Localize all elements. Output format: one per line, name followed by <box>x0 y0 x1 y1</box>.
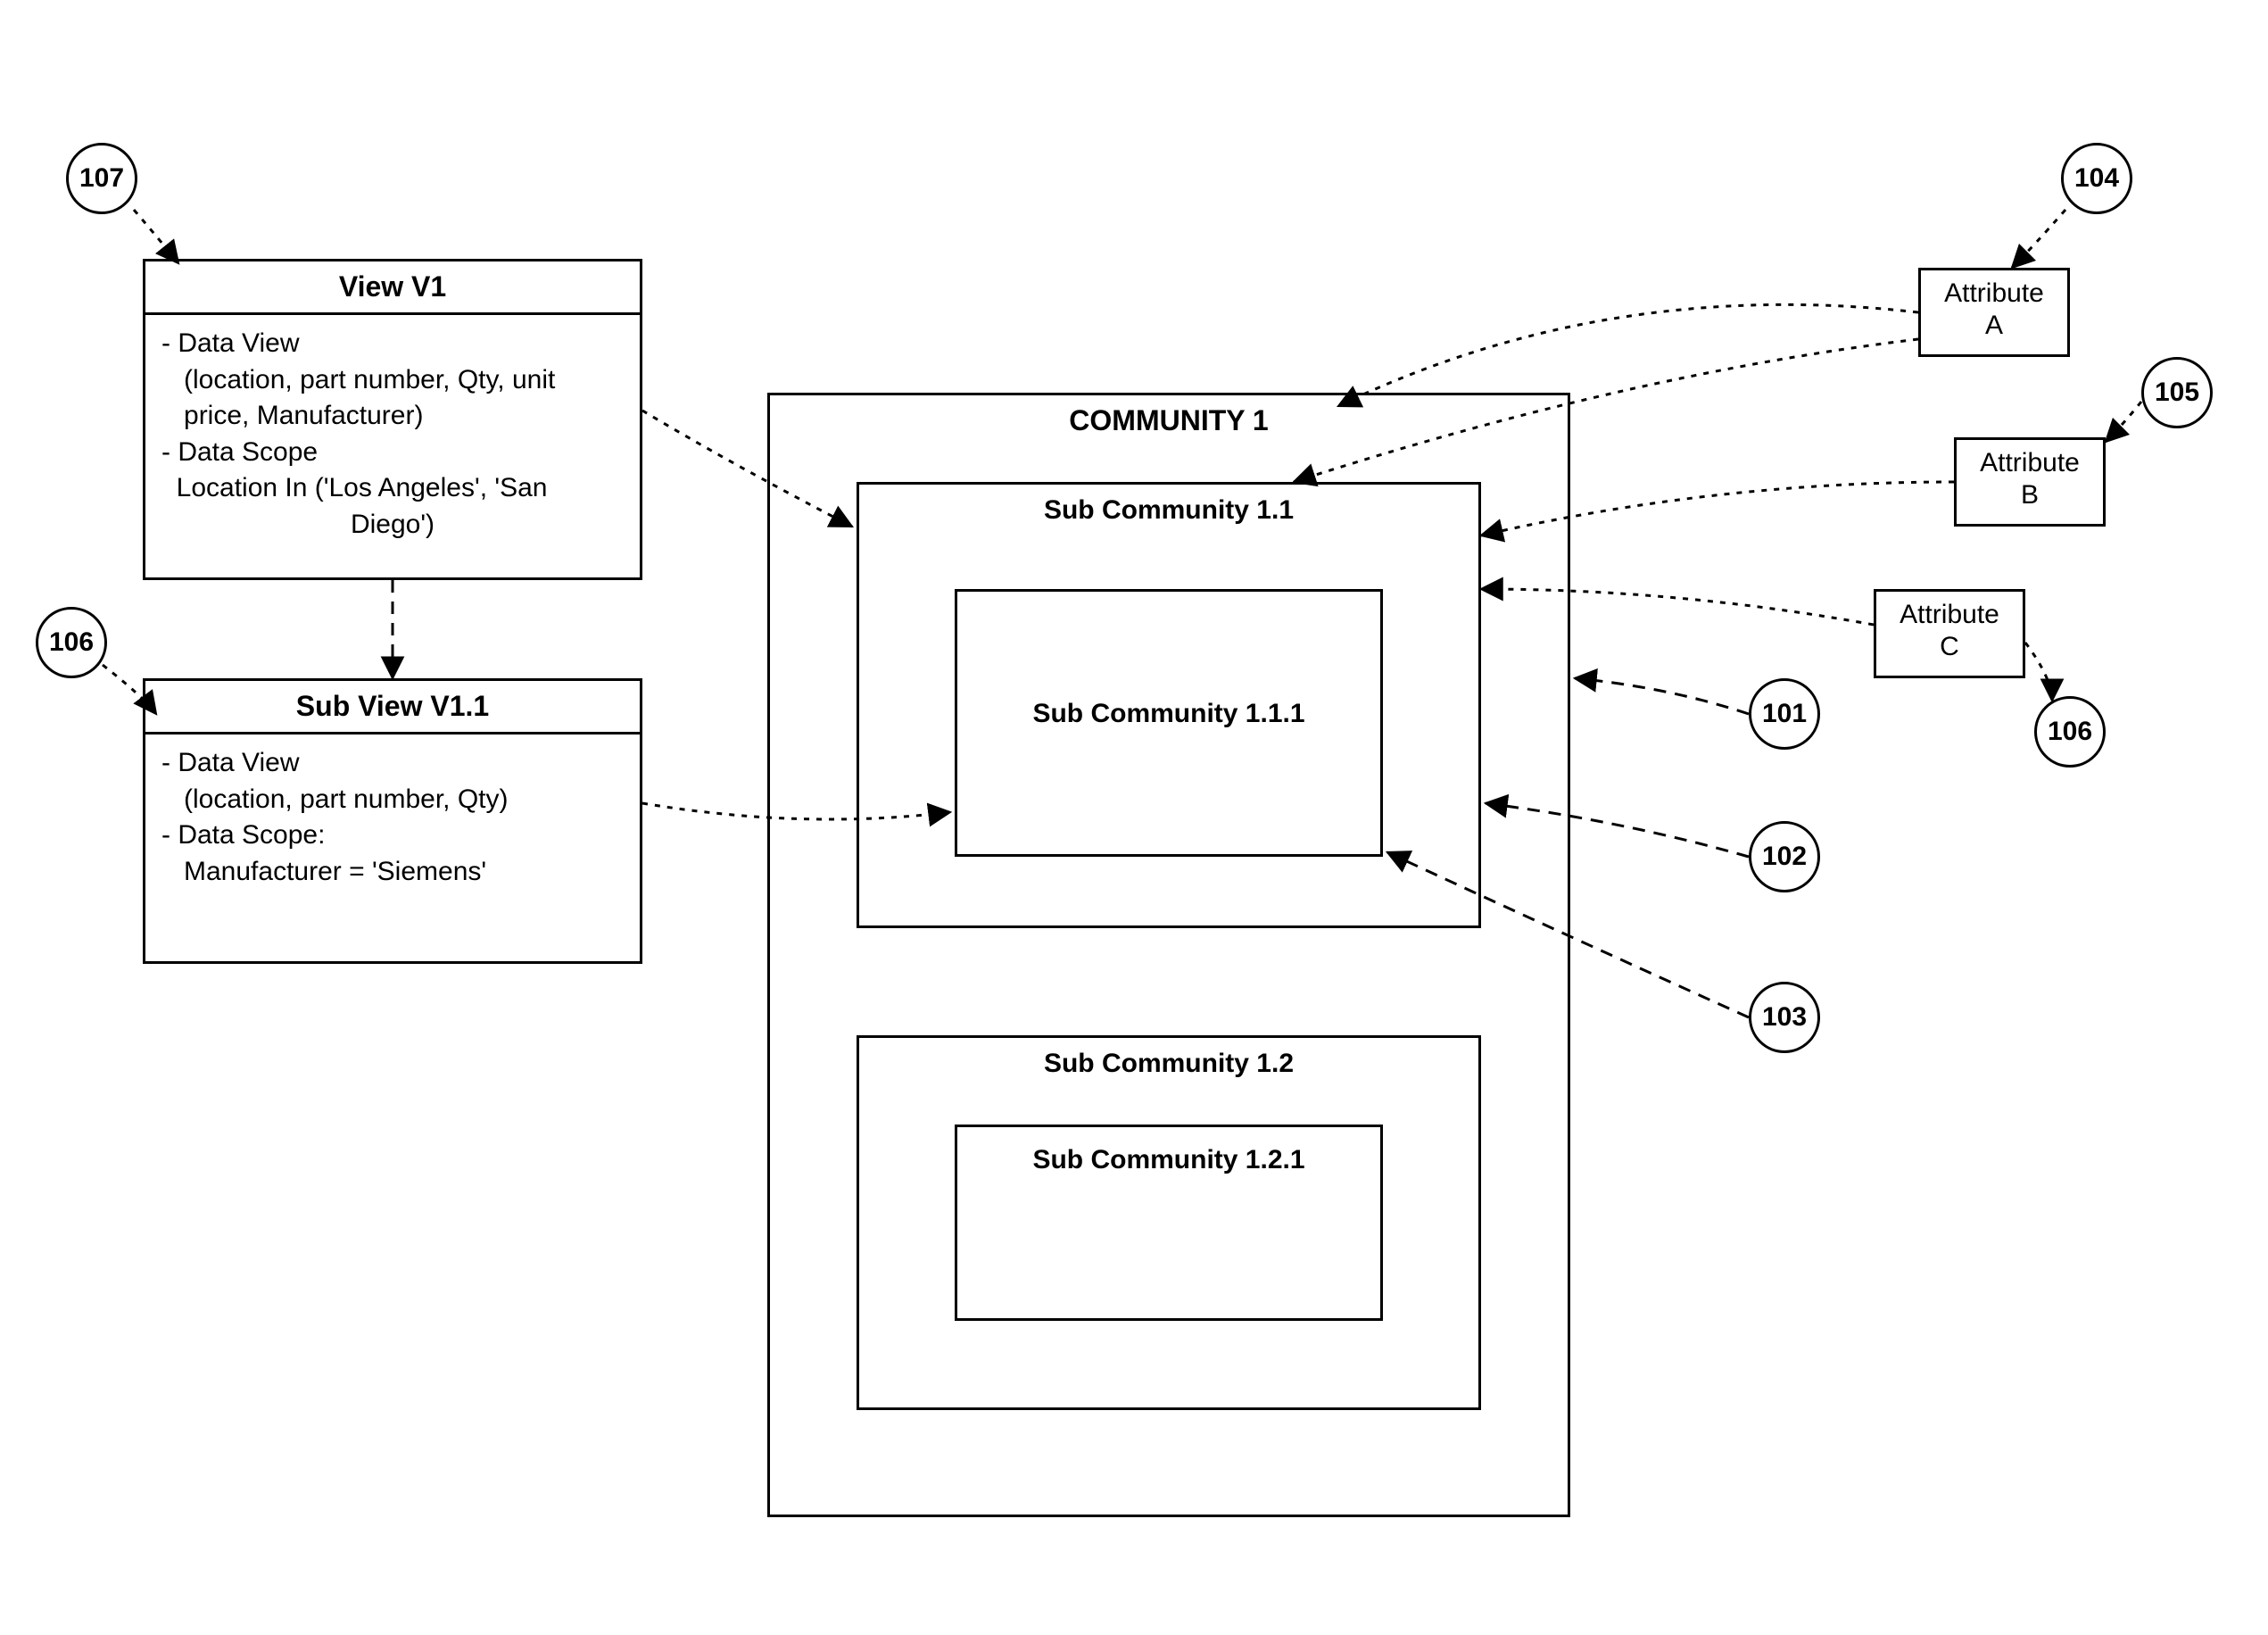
view-v1-line2: (location, part number, Qty, unit <box>161 362 624 399</box>
ref-102: 102 <box>1749 821 1820 892</box>
ref-104: 104 <box>2061 143 2132 214</box>
subview-v11-body: - Data View (location, part number, Qty)… <box>145 735 640 900</box>
view-v1-line3: price, Manufacturer) <box>161 398 624 435</box>
ref-105: 105 <box>2141 357 2213 428</box>
subview-v11-box: Sub View V1.1 - Data View (location, par… <box>143 678 642 964</box>
view-v1-line1: - Data View <box>161 326 624 362</box>
diagram-stage: { "view_v1": { "title": "View V1", "line… <box>0 0 2268 1635</box>
ref-103: 103 <box>1749 982 1820 1053</box>
connector-107-to-v1 <box>134 210 178 263</box>
view-v1-box: View V1 - Data View (location, part numb… <box>143 259 642 580</box>
sub-community-1-1-title: Sub Community 1.1 <box>859 485 1478 526</box>
connector-attrC-to-106 <box>2025 643 2052 701</box>
attribute-b-box: Attribute B <box>1954 437 2106 527</box>
sub-community-1-1-1-title: Sub Community 1.1.1 <box>957 592 1380 729</box>
view-v1-title: View V1 <box>145 261 640 315</box>
connector-attrA-to-community <box>1338 304 1918 406</box>
view-v1-body: - Data View (location, part number, Qty,… <box>145 315 640 553</box>
subview-v11-line2: (location, part number, Qty) <box>161 782 624 818</box>
ref-106-left: 106 <box>36 607 107 678</box>
sub-community-1-2-1-title: Sub Community 1.2.1 <box>957 1127 1380 1175</box>
view-v1-line4: - Data Scope <box>161 435 624 471</box>
subview-v11-line4: Manufacturer = 'Siemens' <box>161 854 624 891</box>
sub-community-1-2-title: Sub Community 1.2 <box>859 1038 1478 1079</box>
sub-community-1-2-1-box: Sub Community 1.2.1 <box>955 1125 1383 1321</box>
connector-101-to-community <box>1575 678 1749 714</box>
view-v1-line5: Location In ('Los Angeles', 'San <box>161 470 624 507</box>
view-v1-line6: Diego') <box>161 507 624 544</box>
attribute-a-box: Attribute A <box>1918 268 2070 357</box>
connector-105-to-attrB <box>2106 402 2141 442</box>
ref-107: 107 <box>66 143 137 214</box>
attribute-c-box: Attribute C <box>1874 589 2025 678</box>
sub-community-1-1-1-box: Sub Community 1.1.1 <box>955 589 1383 857</box>
community-1-title: COMMUNITY 1 <box>770 395 1568 437</box>
subview-v11-title: Sub View V1.1 <box>145 681 640 735</box>
ref-106-right: 106 <box>2034 696 2106 768</box>
subview-v11-line1: - Data View <box>161 745 624 782</box>
ref-101: 101 <box>1749 678 1820 750</box>
subview-v11-line3: - Data Scope: <box>161 818 624 854</box>
connector-104-to-attrA <box>2012 210 2065 268</box>
